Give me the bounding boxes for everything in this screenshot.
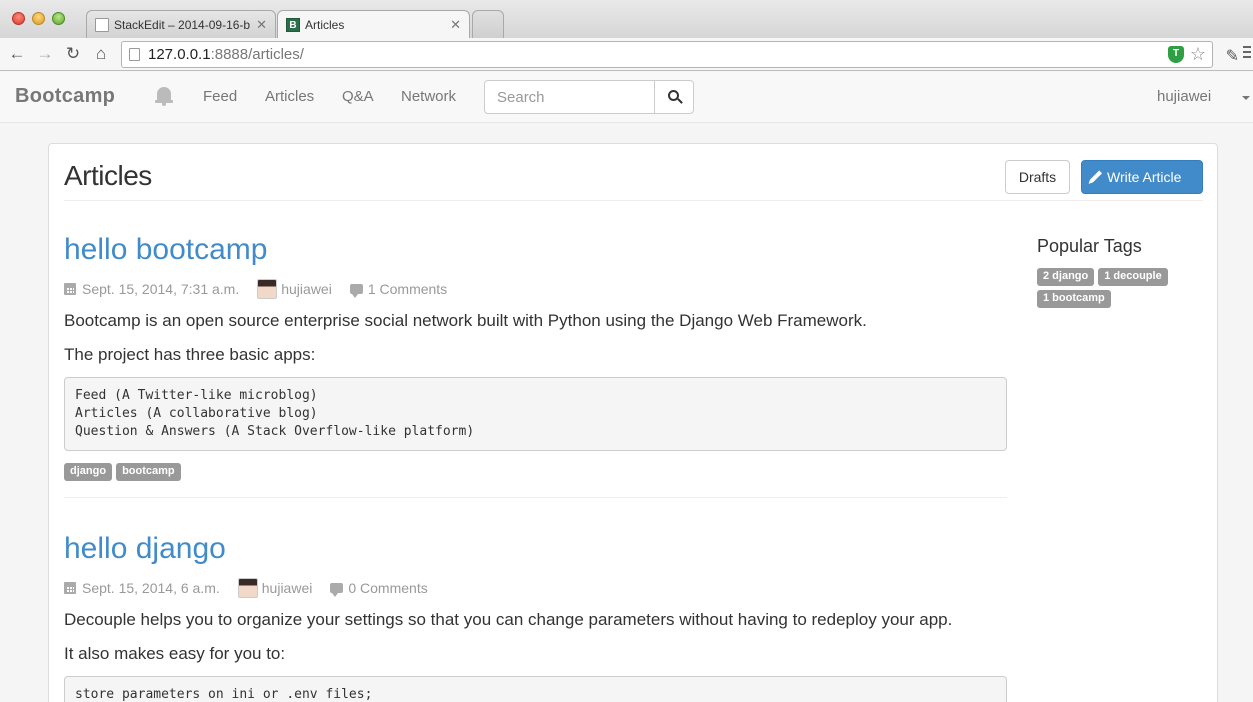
- article-date: Sept. 15, 2014, 6 a.m.: [82, 580, 220, 596]
- tab-close-icon[interactable]: ✕: [450, 17, 461, 33]
- address-bar[interactable]: 127.0.0.1:8888/articles/ T ☆: [121, 41, 1213, 68]
- tag-label[interactable]: django: [64, 463, 113, 481]
- tab-title: Articles: [305, 17, 345, 32]
- url-host: 127.0.0.1: [148, 46, 211, 63]
- popular-tags-sidebar: Popular Tags 2 django 1 decouple 1 bootc…: [1037, 236, 1197, 308]
- divider: [64, 200, 1203, 201]
- article-item: hello bootcamp Sept. 15, 2014, 7:31 a.m.…: [64, 233, 1007, 481]
- nav-qa[interactable]: Q&A: [342, 88, 374, 105]
- reload-icon[interactable]: ↻: [63, 43, 83, 65]
- write-article-label: Write Article: [1107, 169, 1182, 185]
- article-item: hello django Sept. 15, 2014, 6 a.m. huji…: [64, 532, 1007, 702]
- avatar[interactable]: [237, 578, 258, 598]
- avatar[interactable]: [257, 279, 278, 299]
- tab-title: StackEdit – 2014-09-16-b: [114, 17, 251, 32]
- article-meta: Sept. 15, 2014, 7:31 a.m. hujiawei 1 Com…: [64, 279, 1007, 299]
- article-comments[interactable]: 1 Comments: [368, 281, 447, 297]
- browser-tab-articles[interactable]: B Articles ✕: [277, 10, 470, 38]
- brand-logo[interactable]: Bootcamp: [15, 85, 115, 108]
- drafts-button[interactable]: Drafts: [1005, 160, 1070, 194]
- tag-cloud: 2 django 1 decouple 1 bootcamp: [1037, 268, 1197, 308]
- nav-network[interactable]: Network: [401, 88, 456, 105]
- nav-feed[interactable]: Feed: [203, 88, 237, 105]
- article-paragraph: It also makes easy for you to:: [64, 644, 286, 663]
- article-author[interactable]: hujiawei: [281, 281, 332, 297]
- home-icon[interactable]: ⌂: [91, 43, 111, 65]
- chevron-down-icon[interactable]: [1242, 96, 1250, 100]
- article-author[interactable]: hujiawei: [262, 580, 313, 596]
- code-block: Feed (A Twitter-like microblog) Articles…: [64, 377, 1007, 451]
- back-arrow-icon[interactable]: ←: [7, 43, 27, 65]
- evernote-extension-icon[interactable]: ✎: [1226, 46, 1239, 66]
- zoom-window-button[interactable]: [52, 12, 65, 25]
- minimize-window-button[interactable]: [32, 12, 45, 25]
- article-date: Sept. 15, 2014, 7:31 a.m.: [82, 281, 240, 297]
- write-article-button[interactable]: Write Article: [1081, 160, 1203, 194]
- bookmark-star-icon[interactable]: ☆: [1190, 42, 1206, 67]
- site-navbar: Bootcamp Feed Articles Q&A Network hujia…: [0, 72, 1253, 123]
- url-path: :8888/articles/: [210, 46, 304, 63]
- tab-close-icon[interactable]: ✕: [256, 17, 267, 33]
- browser-tab-strip: StackEdit – 2014-09-16-b ✕ B Articles ✕: [0, 0, 1253, 38]
- popular-tag[interactable]: 1 bootcamp: [1037, 290, 1111, 308]
- browser-menu-icon[interactable]: [1243, 46, 1251, 60]
- new-tab-button[interactable]: [472, 10, 504, 38]
- nav-articles[interactable]: Articles: [265, 88, 314, 105]
- article-tags: django bootcamp: [64, 463, 1007, 481]
- articles-panel: Articles Drafts Write Article hello boot…: [48, 143, 1218, 702]
- forward-arrow-icon[interactable]: →: [35, 43, 55, 65]
- article-comments[interactable]: 0 Comments: [348, 580, 427, 596]
- comment-icon: [330, 583, 344, 597]
- shield-extension-icon[interactable]: T: [1168, 46, 1184, 63]
- page-info-icon: [129, 48, 140, 61]
- bell-icon[interactable]: [155, 86, 173, 106]
- code-block: store parameters on ini or .env files;: [64, 676, 1007, 702]
- comment-icon: [349, 284, 363, 298]
- tag-label[interactable]: bootcamp: [116, 463, 181, 481]
- article-title[interactable]: hello bootcamp: [64, 233, 1007, 266]
- pencil-icon: [1089, 170, 1103, 183]
- search-input[interactable]: [484, 80, 655, 114]
- divider: [64, 497, 1007, 498]
- article-paragraph: The project has three basic apps:: [64, 345, 316, 364]
- article-paragraph: Decouple helps you to organize your sett…: [64, 610, 953, 629]
- article-title[interactable]: hello django: [64, 532, 1007, 565]
- browser-tab-stackedit[interactable]: StackEdit – 2014-09-16-b ✕: [86, 10, 276, 38]
- sidebar-heading: Popular Tags: [1037, 236, 1142, 256]
- article-paragraph: Bootcamp is an open source enterprise so…: [64, 311, 867, 330]
- bootcamp-favicon-icon: B: [286, 17, 300, 32]
- article-meta: Sept. 15, 2014, 6 a.m. hujiawei 0 Commen…: [64, 578, 1007, 598]
- user-menu[interactable]: hujiawei: [1157, 88, 1211, 105]
- close-window-button[interactable]: [12, 12, 25, 25]
- page-favicon-icon: [95, 17, 109, 32]
- popular-tag[interactable]: 1 decouple: [1098, 268, 1168, 286]
- calendar-icon: [64, 582, 76, 594]
- browser-toolbar: ← → ↻ ⌂ 127.0.0.1:8888/articles/ T ☆ ✎: [0, 38, 1253, 71]
- page-title: Articles: [64, 160, 152, 191]
- calendar-icon: [64, 283, 76, 295]
- search-button[interactable]: [654, 80, 694, 114]
- popular-tag[interactable]: 2 django: [1037, 268, 1095, 286]
